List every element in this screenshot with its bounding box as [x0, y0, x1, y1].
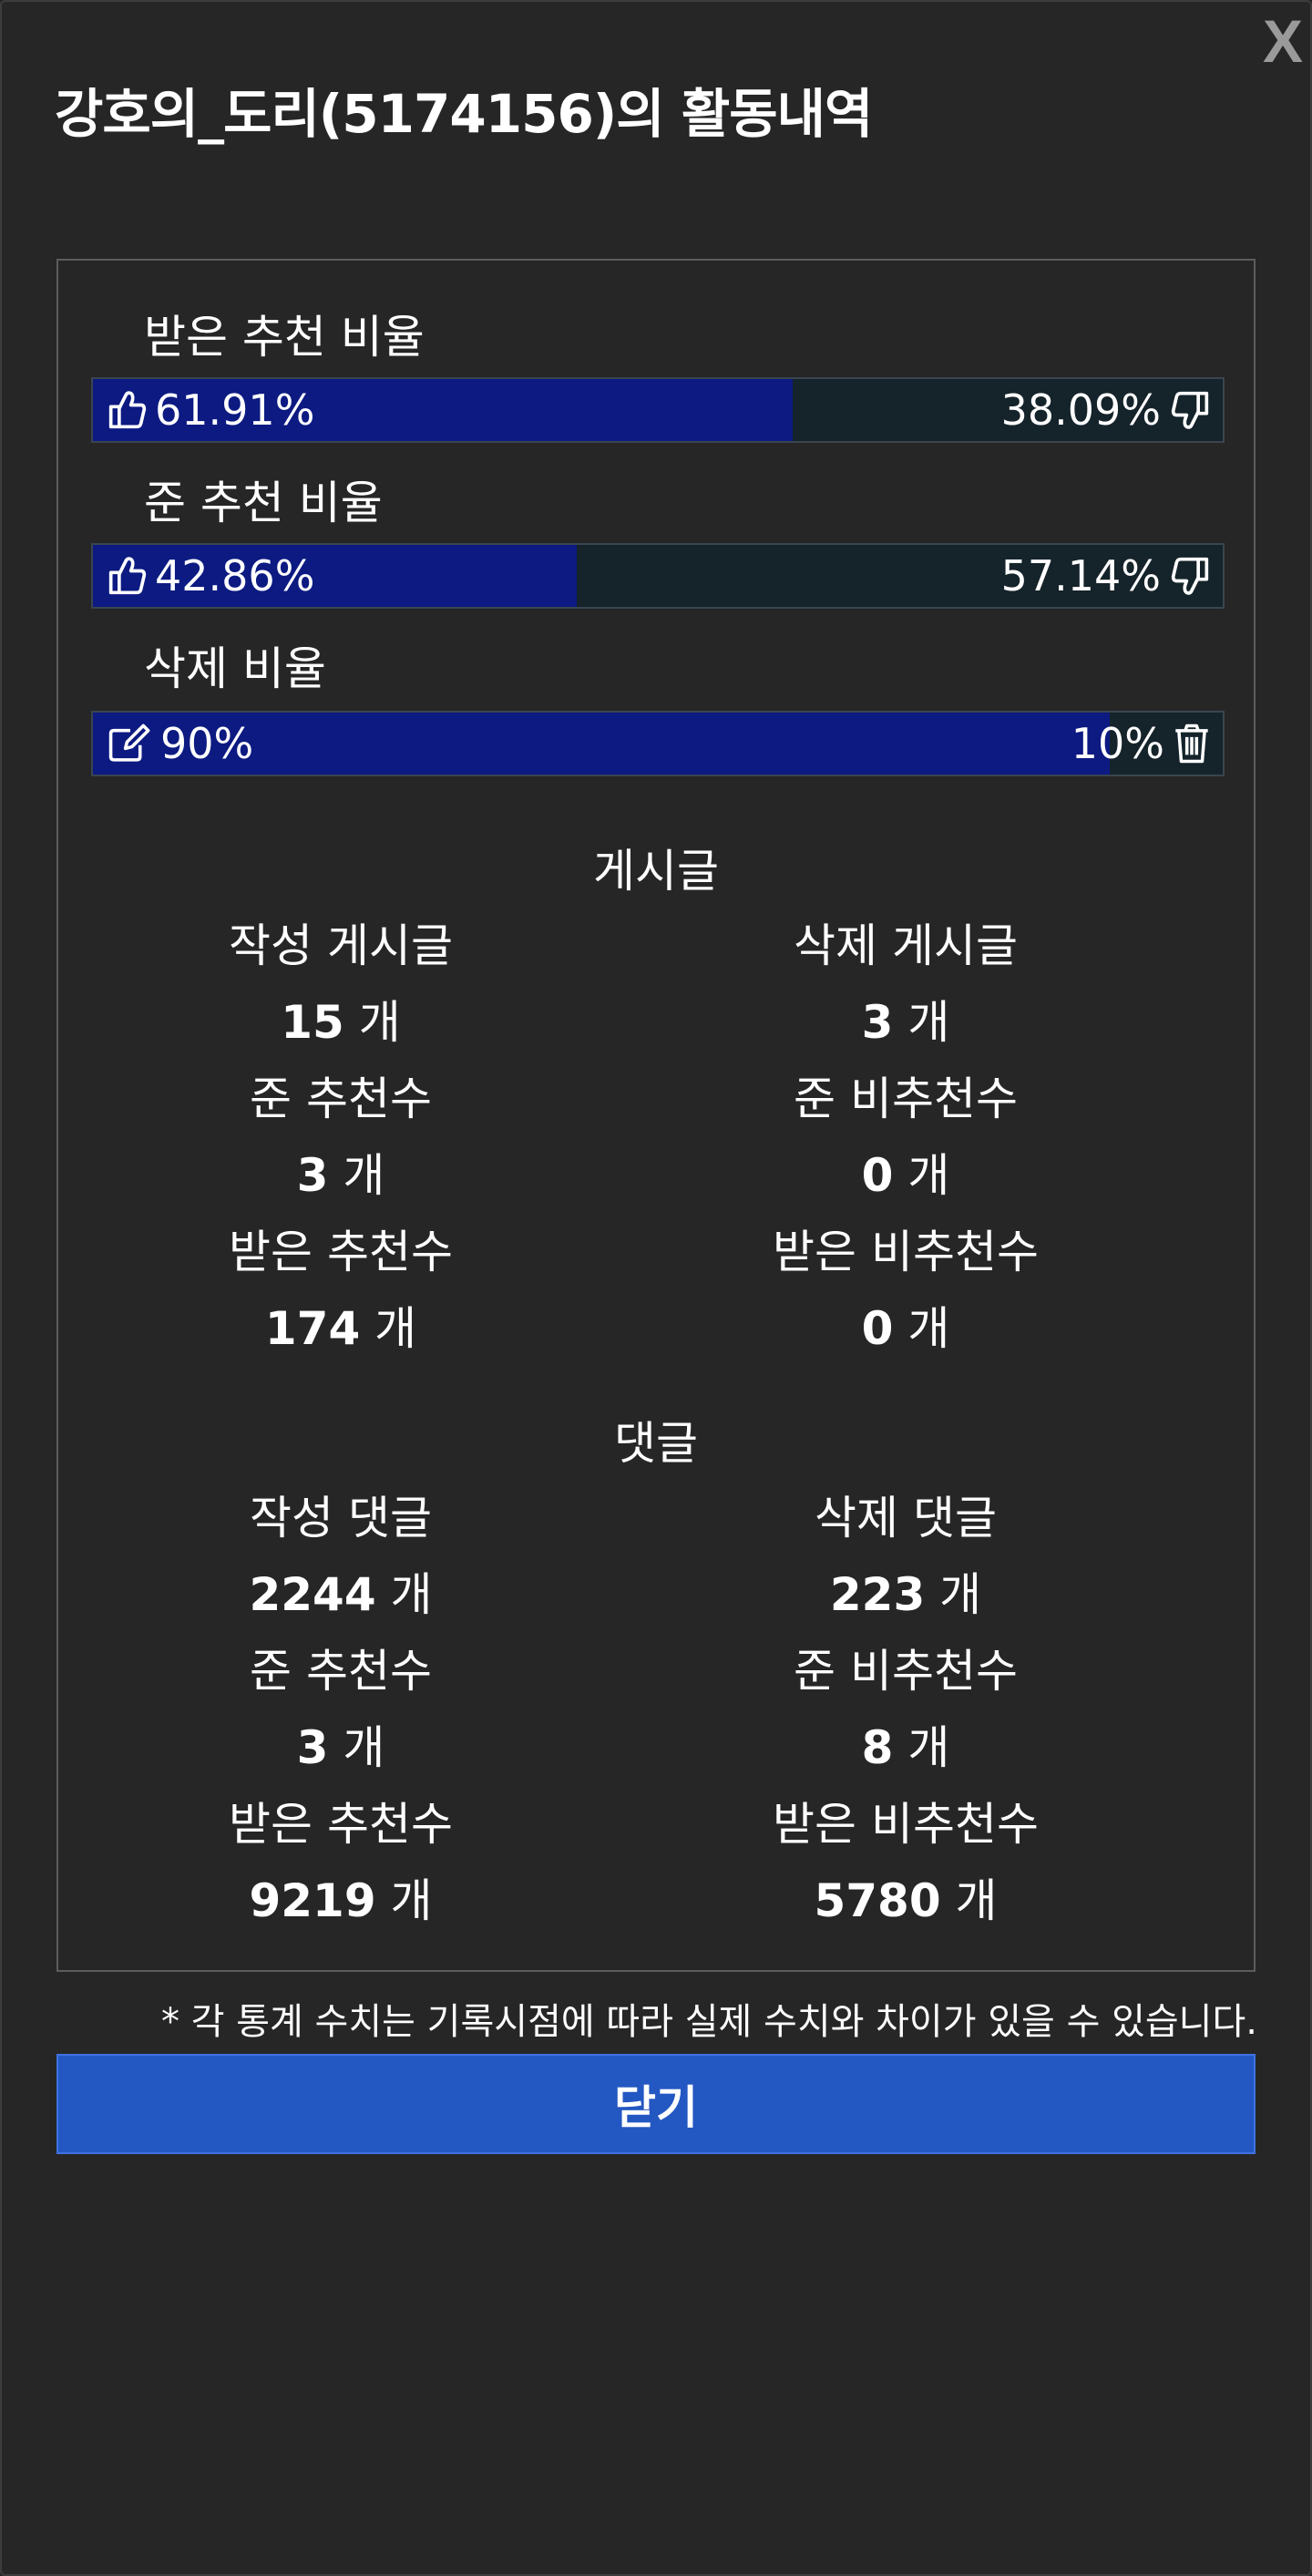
stats-box: 받은 추천 비율 61.91% 38.09% 준 추천 비율 42.86% 57…: [56, 259, 1256, 1972]
deleted-percent: 10%: [1071, 719, 1164, 768]
comments-deleted-value: 223: [829, 1568, 926, 1621]
given-down-percent: 57.14%: [1000, 551, 1161, 600]
comments-given-down-value: 8: [861, 1721, 894, 1774]
unit-label: 개: [390, 1874, 433, 1927]
comments-given-down-label: 준 비추천수: [794, 1645, 1018, 1698]
comments-given-up-value: 3: [296, 1721, 329, 1774]
posts-right-column: 삭제 게시글 3 개 준 비추천수 0 개 받은 비추천수 0 개: [623, 908, 1188, 1367]
comments-deleted-label: 삭제 댓글: [815, 1492, 997, 1545]
given-up-percent: 42.86%: [155, 551, 315, 600]
unit-label: 개: [358, 996, 401, 1049]
comments-section-title: 댓글: [614, 1417, 698, 1470]
unit-label: 개: [343, 1721, 385, 1774]
thumbs-up-icon: [108, 557, 147, 595]
received-ratio-label: 받은 추천 비율: [144, 311, 425, 364]
posts-deleted-label: 삭제 게시글: [794, 919, 1018, 972]
unit-label: 개: [343, 1149, 385, 1202]
received-up-percent: 61.91%: [155, 385, 315, 435]
unit-label: 개: [907, 996, 950, 1049]
thumbs-up-icon: [108, 391, 147, 429]
unit-label: 개: [907, 1721, 950, 1774]
deleted-written-percent: 90%: [160, 719, 254, 768]
comments-left-column: 작성 댓글 2244 개 준 추천수 3 개 받은 추천수 9219 개: [58, 1480, 623, 1939]
deleted-ratio-label: 삭제 비율: [144, 642, 326, 695]
given-ratio-bar: 42.86% 57.14%: [91, 543, 1225, 609]
posts-received-down-label: 받은 비추천수: [773, 1226, 1039, 1278]
comments-received-down-label: 받은 비추천수: [773, 1798, 1039, 1851]
posts-received-up-label: 받은 추천수: [229, 1226, 453, 1278]
edit-icon: [108, 724, 150, 762]
unit-label: 개: [939, 1568, 982, 1621]
posts-section-title: 게시글: [593, 845, 719, 898]
posts-written-label: 작성 게시글: [229, 919, 453, 972]
comments-received-down-value: 5780: [814, 1874, 941, 1927]
received-ratio-bar: 61.91% 38.09%: [91, 377, 1225, 443]
posts-received-up-value: 174: [264, 1302, 361, 1355]
deleted-ratio-bar: 90% 10%: [91, 711, 1225, 776]
comments-written-label: 작성 댓글: [250, 1492, 432, 1545]
comments-given-up-label: 준 추천수: [250, 1645, 432, 1698]
posts-received-down-value: 0: [861, 1302, 894, 1355]
activity-modal: X 강호의_도리(5174156)의 활동내역 받은 추천 비율 61.91% …: [0, 0, 1312, 2576]
trash-icon: [1175, 724, 1208, 764]
unit-label: 개: [907, 1302, 950, 1355]
posts-given-up-label: 준 추천수: [250, 1072, 432, 1125]
given-ratio-label: 준 추천 비율: [144, 477, 383, 529]
posts-deleted-value: 3: [861, 996, 894, 1049]
received-down-percent: 38.09%: [1000, 385, 1161, 435]
posts-given-down-label: 준 비추천수: [794, 1072, 1018, 1125]
unit-label: 개: [955, 1874, 998, 1927]
posts-given-up-value: 3: [296, 1149, 329, 1202]
unit-label: 개: [907, 1149, 950, 1202]
disclaimer-note: * 각 통계 수치는 기록시점에 따라 실제 수치와 차이가 있을 수 있습니다…: [161, 2001, 1257, 2043]
thumbs-down-icon: [1171, 557, 1209, 595]
comments-right-column: 삭제 댓글 223 개 준 비추천수 8 개 받은 비추천수 5780 개: [623, 1480, 1188, 1939]
posts-written-value: 15: [281, 996, 344, 1049]
thumbs-down-icon: [1171, 391, 1209, 429]
posts-left-column: 작성 게시글 15 개 준 추천수 3 개 받은 추천수 174 개: [58, 908, 623, 1367]
close-x-button[interactable]: X: [1263, 11, 1303, 71]
comments-received-up-label: 받은 추천수: [229, 1798, 453, 1851]
unit-label: 개: [390, 1568, 433, 1621]
comments-written-value: 2244: [249, 1568, 376, 1621]
posts-given-down-value: 0: [861, 1149, 894, 1202]
comments-received-up-value: 9219: [249, 1874, 376, 1927]
unit-label: 개: [374, 1302, 417, 1355]
close-button[interactable]: 닫기: [56, 2054, 1256, 2154]
modal-title: 강호의_도리(5174156)의 활동내역: [55, 83, 873, 145]
